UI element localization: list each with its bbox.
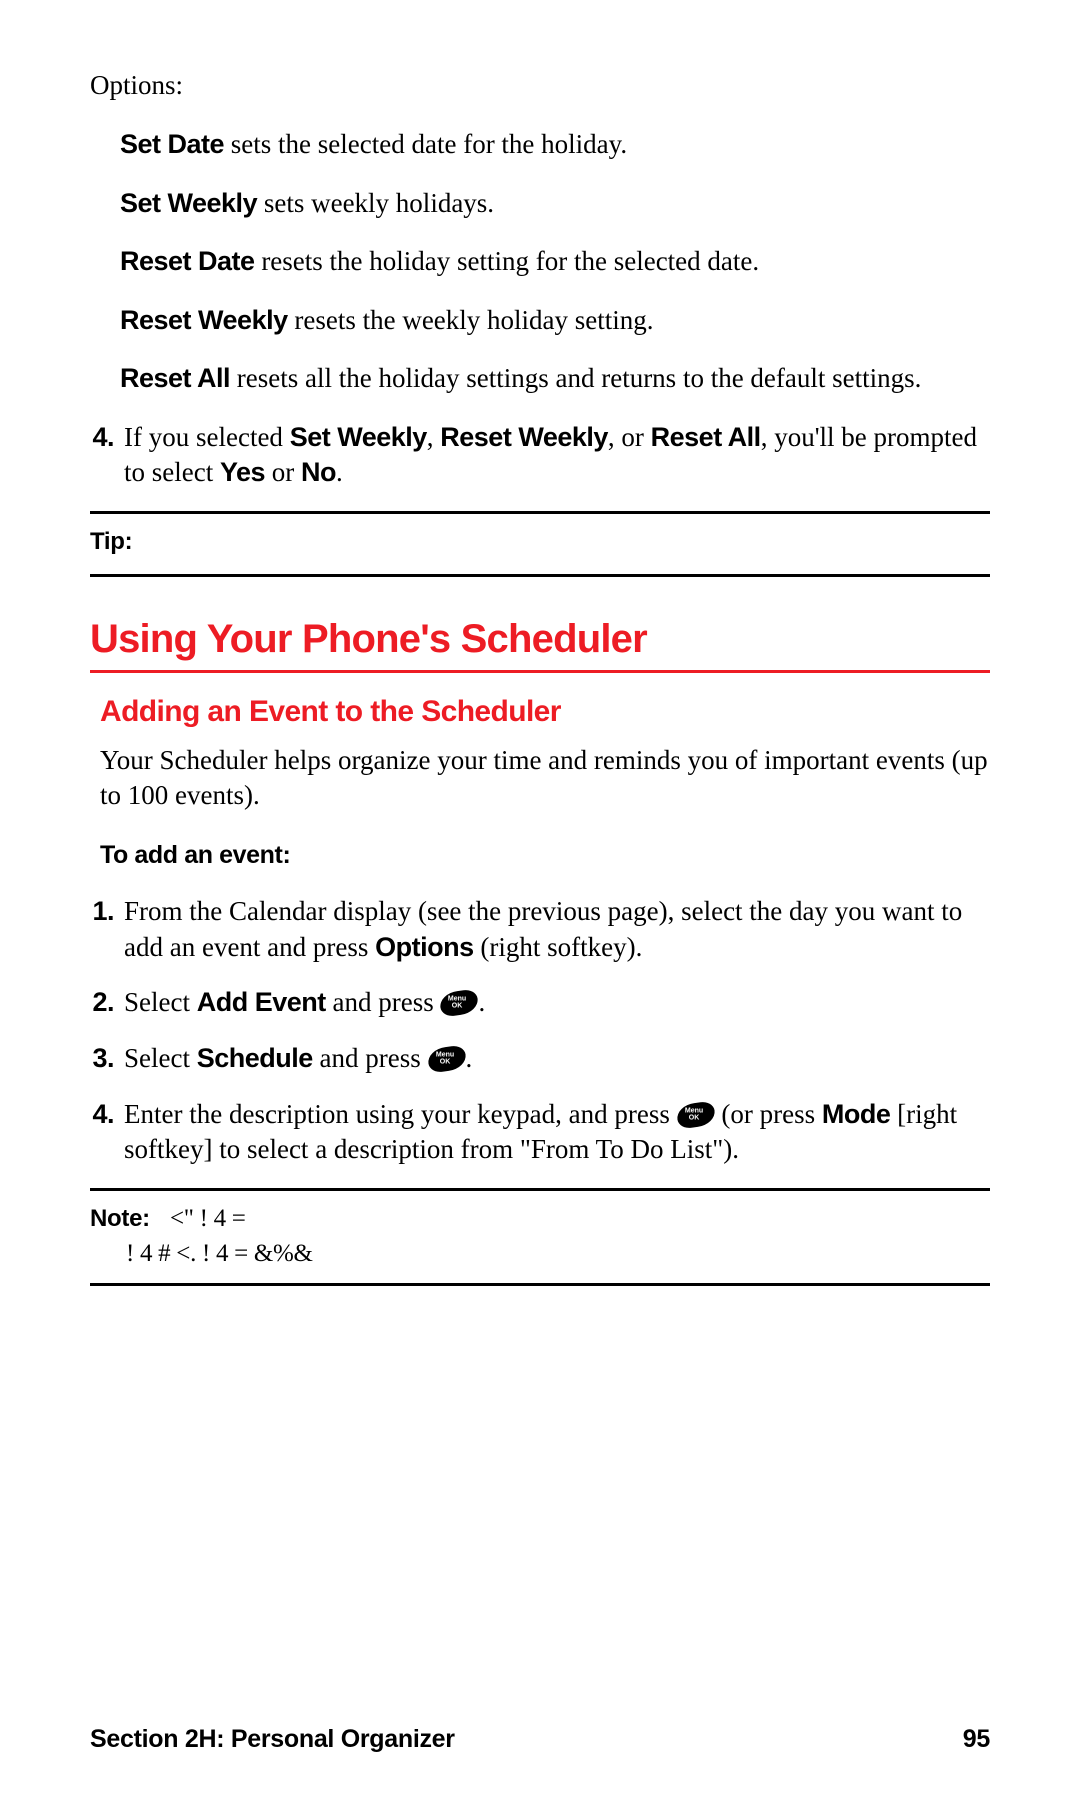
footer-page-number: 95 <box>963 1725 990 1754</box>
step-body: From the Calendar display (see the previ… <box>124 894 990 965</box>
option-desc: resets the weekly holiday setting. <box>288 305 654 335</box>
footer-section: Section 2H: Personal Organizer <box>90 1725 455 1754</box>
text: or <box>265 457 301 487</box>
heading-1: Using Your Phone's Scheduler <box>90 617 990 673</box>
text: Select <box>124 1043 197 1073</box>
steps-list: 1. From the Calendar display (see the pr… <box>90 894 990 1168</box>
text: Select <box>124 987 197 1017</box>
option-desc: sets the selected date for the holiday. <box>224 129 627 159</box>
text: and press <box>313 1043 428 1073</box>
bold-term: Set Weekly <box>290 422 427 452</box>
text: (right softkey). <box>474 932 643 962</box>
option-item: Reset Date resets the holiday setting fo… <box>120 244 990 279</box>
text: and press <box>326 987 441 1017</box>
option-name: Reset Weekly <box>120 305 288 335</box>
note-text: <" ! 4 = <box>170 1205 246 1232</box>
options-heading: Options: <box>90 70 990 101</box>
option-name: Reset All <box>120 363 230 393</box>
step-marker: 2. <box>90 985 124 1021</box>
step-body: Enter the description using your keypad,… <box>124 1097 990 1168</box>
document-page: Options: Set Date sets the selected date… <box>0 0 1080 1800</box>
step-marker: 1. <box>90 894 124 965</box>
menu-ok-key-icon <box>439 989 480 1018</box>
text: . <box>478 987 485 1017</box>
menu-ok-key-icon <box>426 1045 467 1074</box>
options-list: Set Date sets the selected date for the … <box>90 127 990 396</box>
text: , <box>427 422 441 452</box>
list-item: 3. Select Schedule and press . <box>90 1041 990 1077</box>
step-marker: 4. <box>90 420 124 491</box>
option-item: Set Date sets the selected date for the … <box>120 127 990 162</box>
option-desc: sets weekly holidays. <box>257 188 494 218</box>
option-name: Set Weekly <box>120 188 257 218</box>
list-item: 2. Select Add Event and press . <box>90 985 990 1021</box>
option-desc: resets the holiday setting for the selec… <box>255 246 760 276</box>
text: . <box>336 457 343 487</box>
continuation-step: 4. If you selected Set Weekly, Reset Wee… <box>90 420 990 491</box>
option-desc: resets all the holiday settings and retu… <box>230 363 921 393</box>
bold-term: Add Event <box>197 987 326 1017</box>
option-name: Reset Date <box>120 246 255 276</box>
text: (or press <box>715 1099 822 1129</box>
list-item: 1. From the Calendar display (see the pr… <box>90 894 990 965</box>
step-body: Select Schedule and press . <box>124 1041 990 1077</box>
intro-paragraph: Your Scheduler helps organize your time … <box>90 743 990 813</box>
note-line: Note:<" ! 4 = <box>90 1201 990 1236</box>
bold-term: Options <box>375 932 474 962</box>
text: , or <box>608 422 651 452</box>
step-marker: 3. <box>90 1041 124 1077</box>
note-line: ! 4 # <. ! 4 = &%& <box>90 1236 990 1271</box>
bold-term: Yes <box>220 457 265 487</box>
bold-term: Mode <box>822 1099 891 1129</box>
subheading: To add an event: <box>90 841 990 870</box>
step-body: If you selected Set Weekly, Reset Weekly… <box>124 420 990 491</box>
bold-term: No <box>301 457 336 487</box>
text: If you selected <box>124 422 290 452</box>
option-item: Reset Weekly resets the weekly holiday s… <box>120 303 990 338</box>
step-body: Select Add Event and press . <box>124 985 990 1021</box>
menu-ok-key-icon <box>675 1100 716 1129</box>
option-item: Reset All resets all the holiday setting… <box>120 361 990 396</box>
list-item: 4. If you selected Set Weekly, Reset Wee… <box>90 420 990 491</box>
text: Enter the description using your keypad,… <box>124 1099 677 1129</box>
text: . <box>466 1043 473 1073</box>
tip-label: Tip: <box>90 522 990 562</box>
bold-term: Reset Weekly <box>440 422 608 452</box>
divider <box>90 511 990 514</box>
divider <box>90 574 990 577</box>
list-item: 4. Enter the description using your keyp… <box>90 1097 990 1168</box>
step-marker: 4. <box>90 1097 124 1168</box>
note-label: Note: <box>90 1202 170 1236</box>
option-name: Set Date <box>120 129 224 159</box>
option-item: Set Weekly sets weekly holidays. <box>120 186 990 221</box>
heading-2: Adding an Event to the Scheduler <box>100 695 990 729</box>
bold-term: Schedule <box>197 1043 313 1073</box>
page-footer: Section 2H: Personal Organizer 95 <box>90 1725 990 1754</box>
note-box: Note:<" ! 4 = ! 4 # <. ! 4 = &%& <box>90 1188 990 1286</box>
bold-term: Reset All <box>651 422 761 452</box>
